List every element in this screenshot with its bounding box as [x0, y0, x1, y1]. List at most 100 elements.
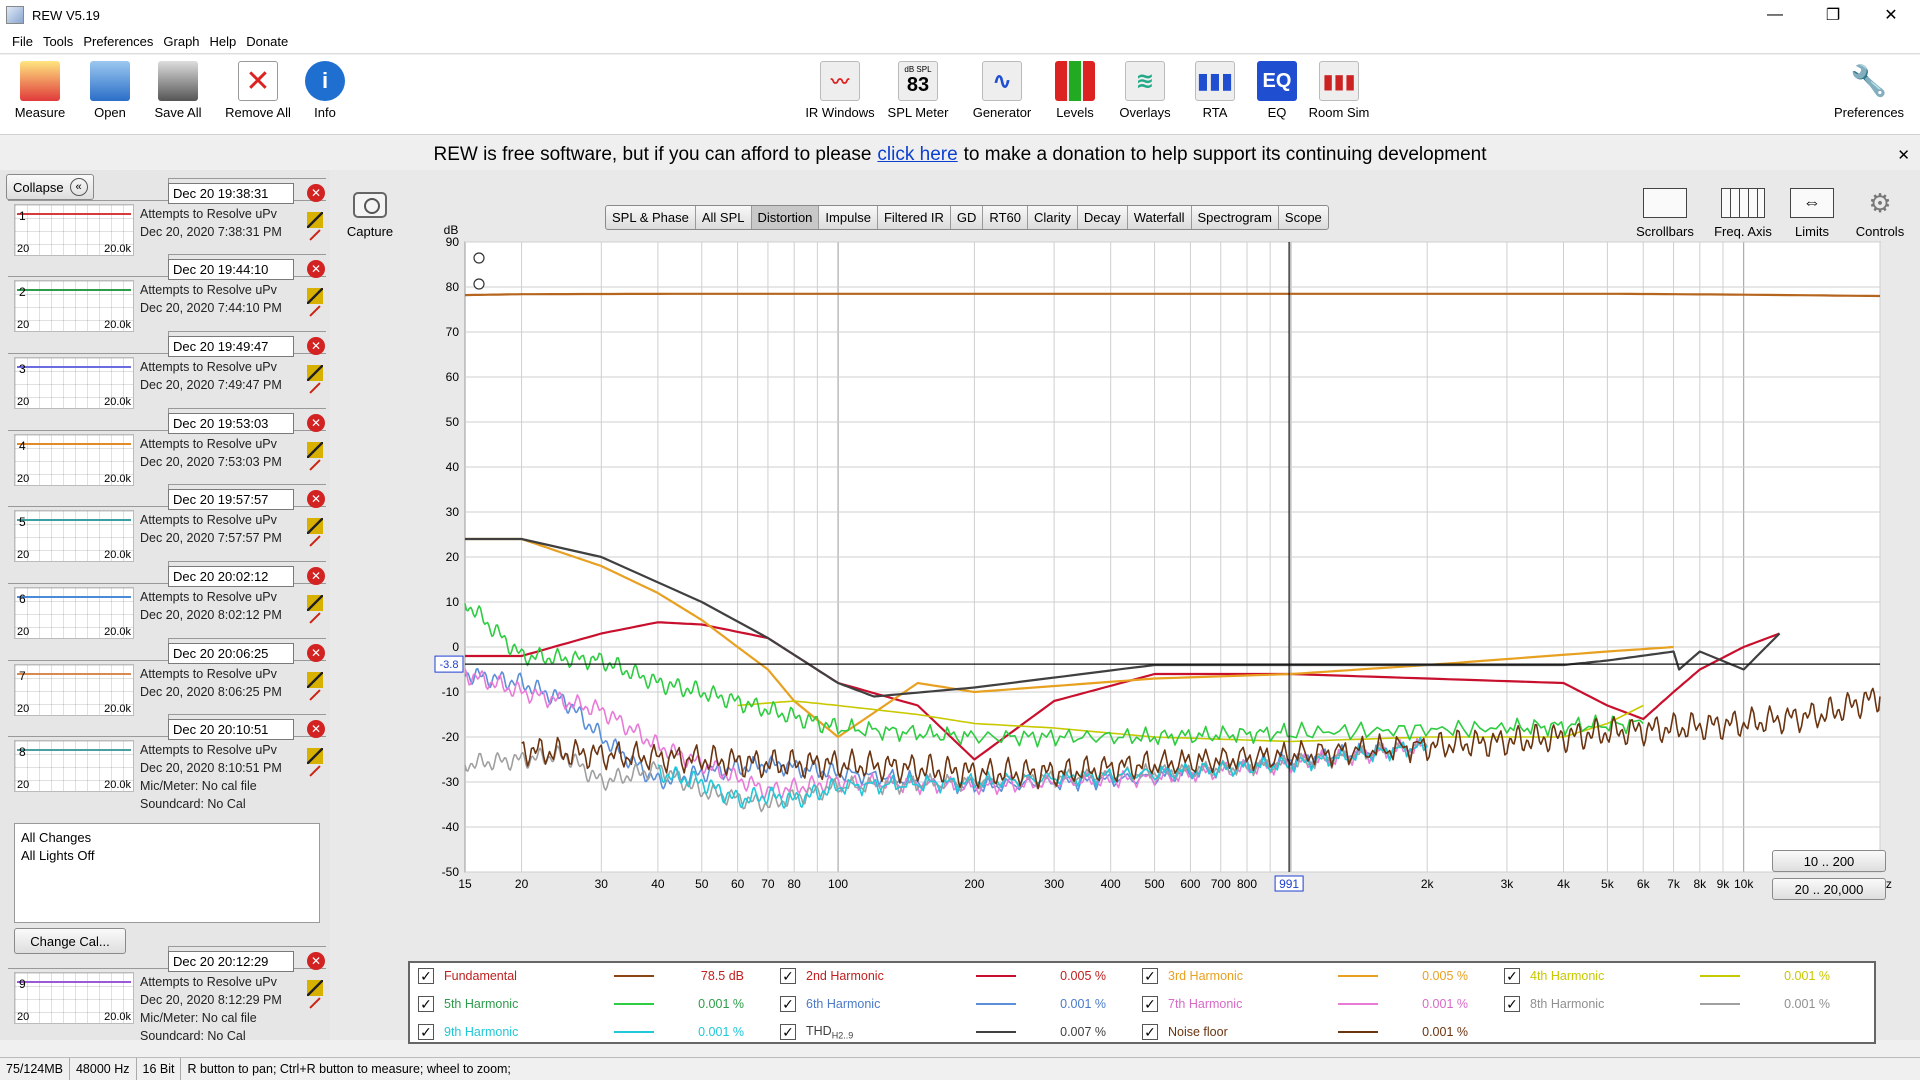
legend-checkbox[interactable]: ✓	[418, 968, 434, 984]
measurement-name-field[interactable]: Dec 20 20:02:12	[168, 566, 294, 587]
legend-checkbox[interactable]: ✓	[780, 1024, 796, 1040]
measurements-panel: Collapse « Dec 20 19:38:31 ✕ 1 20 20.0k Attem…	[0, 170, 330, 1043]
status-bit-depth: 16 Bit	[137, 1058, 182, 1080]
measurement-item[interactable]: Dec 20 20:12:29 ✕ 9 20 20.0k Attempts to Reso…	[8, 946, 326, 1066]
edit-notes-icon[interactable]	[307, 672, 323, 688]
measurement-item[interactable]: Dec 20 20:10:51 ✕ 8 20 20.0k Attempts to Reso…	[8, 714, 326, 834]
delete-measurement-icon[interactable]: ✕	[307, 490, 325, 508]
edit-notes-icon[interactable]	[307, 212, 323, 228]
measurement-name-field[interactable]: Dec 20 19:57:57	[168, 489, 294, 510]
legend-checkbox[interactable]: ✓	[1142, 996, 1158, 1012]
save-all-button[interactable]: Save All	[138, 61, 218, 120]
capture-button[interactable]: Capture	[340, 192, 400, 239]
change-item[interactable]: All Lights Off	[21, 847, 313, 865]
delete-measurement-icon[interactable]: ✕	[307, 644, 325, 662]
legend-checkbox[interactable]: ✓	[418, 996, 434, 1012]
menu-preferences[interactable]: Preferences	[83, 34, 153, 49]
legend-checkbox[interactable]: ✓	[1504, 968, 1520, 984]
menu-help[interactable]: Help	[210, 34, 237, 49]
x-tick-label: 60	[731, 877, 745, 891]
measurement-thumbnail[interactable]: 6 20 20.0k	[14, 587, 134, 639]
edit-notes-icon[interactable]	[307, 980, 323, 996]
legend-item: ✓ 6th Harmonic 0.001 %	[780, 993, 1106, 1015]
legend-name-text: 3rd Harmonic	[1168, 969, 1244, 983]
legend-checkbox[interactable]: ✓	[1142, 1024, 1158, 1040]
spl-meter-label: SPL Meter	[887, 105, 949, 120]
legend-checkbox[interactable]: ✓	[1504, 996, 1520, 1012]
overlays-button[interactable]: ≋ Overlays	[1105, 61, 1185, 120]
edit-notes-icon[interactable]	[307, 365, 323, 381]
menu-tools[interactable]: Tools	[43, 34, 73, 49]
measurement-thumbnail[interactable]: 2 20 20.0k	[14, 280, 134, 332]
delete-measurement-icon[interactable]: ✕	[307, 414, 325, 432]
delete-measurement-icon[interactable]: ✕	[307, 952, 325, 970]
maximize-button[interactable]: ❐	[1804, 0, 1862, 30]
generator-button[interactable]: ∿ Generator	[962, 61, 1042, 120]
room-sim-button[interactable]: ▮▮▮ Room Sim	[1299, 61, 1379, 120]
measurement-thumbnail[interactable]: 8 20 20.0k	[14, 740, 134, 792]
measurement-name-field[interactable]: Dec 20 19:38:31	[168, 183, 294, 204]
levels-button[interactable]: Levels	[1035, 61, 1115, 120]
measurement-name-field[interactable]: Dec 20 19:53:03	[168, 413, 294, 434]
legend-value: 0.001 %	[1060, 997, 1106, 1011]
measurement-title: Attempts to Resolve uPv	[140, 283, 277, 297]
legend-checkbox[interactable]: ✓	[780, 968, 796, 984]
menu-file[interactable]: File	[12, 34, 33, 49]
measurement-item[interactable]: Dec 20 19:49:47 ✕ 3 20 20.0k Attempts to Reso…	[8, 331, 326, 409]
ir-windows-button[interactable]: 〰 IR Windows	[800, 61, 880, 120]
measurement-thumbnail[interactable]: 3 20 20.0k	[14, 357, 134, 409]
distortion-plot[interactable]: 90 80 70 60 50 40 30 20 10 0 -10 -20 -30 -40 -50 dB 15 20…	[400, 220, 1920, 940]
measurement-thumbnail[interactable]: 7 20 20.0k	[14, 664, 134, 716]
changes-list[interactable]: All Changes All Lights Off	[14, 823, 320, 923]
measurement-item[interactable]: Dec 20 19:57:57 ✕ 5 20 20.0k Attempts to Reso…	[8, 484, 326, 562]
menu-donate[interactable]: Donate	[246, 34, 288, 49]
menu-graph[interactable]: Graph	[163, 34, 199, 49]
measurement-name-field[interactable]: Dec 20 20:06:25	[168, 643, 294, 664]
donate-link[interactable]: click here	[877, 144, 957, 166]
measurement-item[interactable]: Dec 20 20:06:25 ✕ 7 20 20.0k Attempts to Reso…	[8, 638, 326, 716]
legend-swatch	[1338, 1031, 1378, 1033]
measurement-thumbnail[interactable]: 1 20 20.0k	[14, 204, 134, 256]
measurement-item[interactable]: Dec 20 19:53:03 ✕ 4 20 20.0k Attempts to Reso…	[8, 408, 326, 486]
change-cal-button[interactable]: Change Cal...	[14, 928, 126, 954]
banner-close-icon[interactable]: ✕	[1897, 146, 1910, 164]
legend-item: ✓ THDH2..9 0.007 %	[780, 1021, 1106, 1043]
range-10-200-button[interactable]: 10 .. 200	[1772, 850, 1886, 872]
close-button[interactable]: ✕	[1862, 0, 1920, 30]
measurement-thumbnail[interactable]: 9 20 20.0k	[14, 972, 134, 1024]
legend-checkbox[interactable]: ✓	[1142, 968, 1158, 984]
measurement-name-field[interactable]: Dec 20 20:12:29	[168, 951, 294, 972]
delete-measurement-icon[interactable]: ✕	[307, 567, 325, 585]
edit-notes-icon[interactable]	[307, 442, 323, 458]
legend-checkbox[interactable]: ✓	[418, 1024, 434, 1040]
overlays-icon: ≋	[1125, 61, 1165, 101]
minimize-button[interactable]: —	[1746, 0, 1804, 30]
edit-notes-icon[interactable]	[307, 748, 323, 764]
delete-measurement-icon[interactable]: ✕	[307, 184, 325, 202]
measurement-name-field[interactable]: Dec 20 19:44:10	[168, 259, 294, 280]
edit-notes-icon[interactable]	[307, 288, 323, 304]
measurement-item[interactable]: Dec 20 19:38:31 ✕ 1 20 20.0k Attempts to Reso…	[8, 178, 326, 256]
edit-notes-icon[interactable]	[307, 595, 323, 611]
measure-button[interactable]: Measure	[0, 61, 80, 120]
measurement-item[interactable]: Dec 20 19:44:10 ✕ 2 20 20.0k Attempts to Reso…	[8, 254, 326, 332]
measurement-name-field[interactable]: Dec 20 19:49:47	[168, 336, 294, 357]
measurement-item[interactable]: Dec 20 20:02:12 ✕ 6 20 20.0k Attempts to Reso…	[8, 561, 326, 639]
legend-checkbox[interactable]: ✓	[780, 996, 796, 1012]
spl-meter-button[interactable]: dB SPL 83 SPL Meter	[878, 61, 958, 120]
delete-measurement-icon[interactable]: ✕	[307, 260, 325, 278]
range-20-20000-button[interactable]: 20 .. 20,000	[1772, 878, 1886, 900]
legend-swatch	[1338, 975, 1378, 977]
status-bar: 75/124MB 48000 Hz 16 Bit R button to pan…	[0, 1057, 1920, 1080]
measurement-name-field[interactable]: Dec 20 20:10:51	[168, 719, 294, 740]
delete-measurement-icon[interactable]: ✕	[307, 720, 325, 738]
measurement-thumbnail[interactable]: 4 20 20.0k	[14, 434, 134, 486]
plot-svg[interactable]: 9080706050403020100-10-20-30-40-50dB15 20…	[400, 220, 1920, 940]
change-item[interactable]: All Changes	[21, 829, 313, 847]
edit-notes-icon[interactable]	[307, 518, 323, 534]
x-tick-label: 70	[761, 877, 775, 891]
preferences-button[interactable]: 🔧 Preferences	[1826, 61, 1912, 121]
info-button[interactable]: i Info	[285, 61, 365, 120]
delete-measurement-icon[interactable]: ✕	[307, 337, 325, 355]
measurement-thumbnail[interactable]: 5 20 20.0k	[14, 510, 134, 562]
